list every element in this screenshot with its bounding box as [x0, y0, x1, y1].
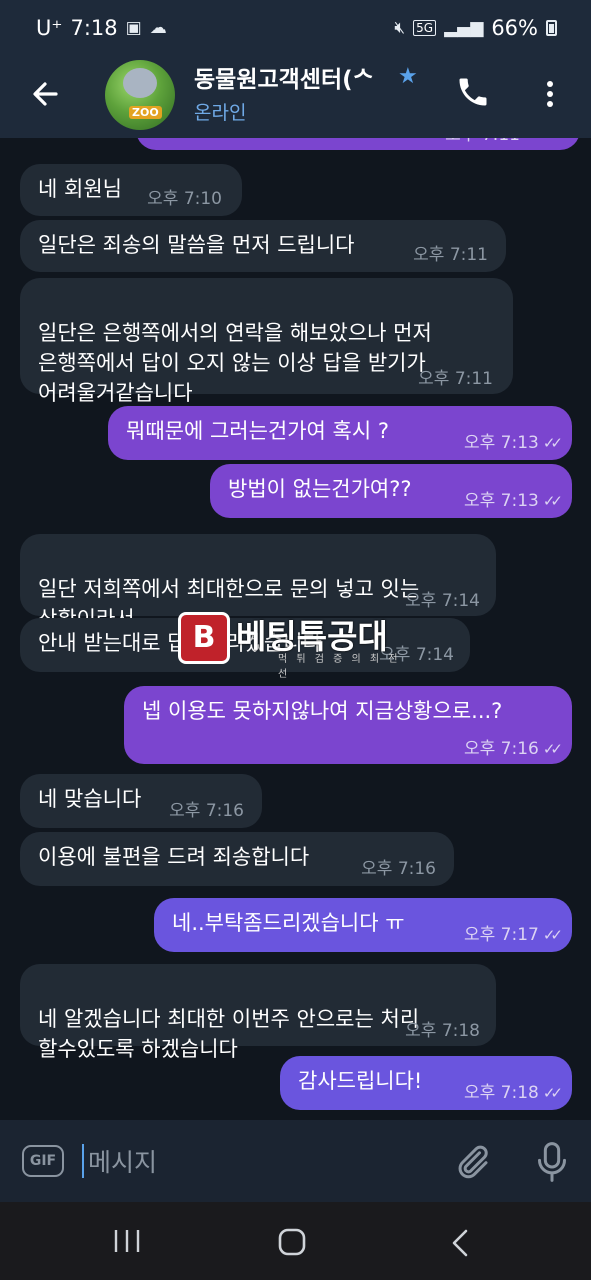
recent-apps-icon[interactable] — [112, 1228, 142, 1254]
message-text: 네 회원님 — [38, 177, 122, 201]
system-nav-bar — [0, 1202, 591, 1280]
message-out[interactable]: 감사드립니다! 오후 7:18 ✓✓ — [280, 1056, 572, 1110]
watermark-logo: B — [178, 612, 230, 664]
status-bar: U⁺ 7:18 ▣ ☁ 🔇︎ 5G ▂▄▆ 66% — [0, 0, 591, 56]
message-time: 오후 7:13 — [464, 433, 539, 453]
message-time: 오후 7:17 — [464, 925, 539, 945]
message-text: 네..부탁좀드리겠습니다 ㅠ — [172, 911, 405, 935]
message-in[interactable]: 이용에 불편을 드려 죄송합니다 오후 7:16 — [20, 832, 454, 886]
message-in[interactable]: 일단은 은행쪽에서의 연락을 해보았으나 먼저 은행쪽에서 답이 오지 않는 이… — [20, 278, 513, 405]
back-chevron-icon[interactable] — [448, 1228, 472, 1258]
gallery-icon: ▣ — [125, 18, 142, 38]
signal-icon: ▂▄▆ — [444, 18, 484, 38]
message-out[interactable]: 오후 7:11 — [136, 138, 580, 150]
message-time: 오후 7:10 — [147, 189, 222, 209]
read-check-icon: ✓✓ — [542, 492, 563, 510]
message-time: 오후 7:16 — [169, 801, 244, 821]
message-text: 이용에 불편을 드려 죄송합니다 — [38, 845, 310, 869]
read-check-icon: ✓✓ — [542, 740, 563, 758]
text-caret — [82, 1144, 84, 1178]
more-options-icon[interactable] — [540, 74, 560, 114]
paperclip-icon[interactable] — [452, 1142, 492, 1182]
back-arrow-icon[interactable] — [26, 74, 66, 114]
message-text: 방법이 없는건가여?? — [228, 477, 412, 501]
message-out[interactable]: 뭐때문에 그러는건가여 혹시 ? 오후 7:13 ✓✓ — [108, 406, 572, 460]
network-badge: 5G — [413, 20, 437, 36]
message-time: 오후 7:16 — [361, 859, 436, 879]
read-check-icon: ✓✓ — [542, 1084, 563, 1102]
message-in[interactable]: 네 맞습니다 오후 7:16 — [20, 774, 262, 828]
message-text: 넵 이용도 못하지않나여 지금상황으로...? — [142, 699, 503, 723]
message-out[interactable]: 넵 이용도 못하지않나여 지금상황으로...? 오후 7:16 ✓✓ — [124, 686, 572, 764]
message-time: 오후 7:11 — [413, 245, 488, 265]
star-icon: ★ — [398, 64, 418, 89]
message-in[interactable]: 네 알겠습니다 최대한 이번주 안으로는 처리 할수있도록 하겠습니다 오후 7… — [20, 964, 496, 1061]
message-text: 일단은 죄송의 말씀을 먼저 드립니다 — [38, 233, 355, 257]
message-time: 오후 7:13 — [464, 491, 539, 511]
mute-icon: 🔇︎ — [394, 18, 406, 38]
message-text: 감사드립니다! — [298, 1069, 423, 1093]
message-time: 오후 7:11 — [445, 138, 520, 150]
battery-icon — [546, 20, 557, 36]
home-icon[interactable] — [278, 1228, 306, 1256]
read-check-icon: ✓✓ — [542, 926, 563, 944]
message-out[interactable]: 네..부탁좀드리겠습니다 ㅠ 오후 7:17 ✓✓ — [154, 898, 572, 952]
carrier-label: U⁺ — [36, 16, 63, 40]
message-in[interactable]: 일단 저희쪽에서 최대한으로 문의 넣고 잇는 상황이라서 오후 7:14 — [20, 534, 496, 631]
message-in[interactable]: 일단은 죄송의 말씀을 먼저 드립니다 오후 7:11 — [20, 220, 506, 272]
microphone-icon[interactable] — [532, 1140, 572, 1184]
weather-icon: ☁ — [149, 18, 167, 38]
online-status: 온라인 — [194, 102, 247, 124]
message-time: 오후 7:18 — [405, 1021, 480, 1041]
message-list[interactable]: 오후 7:11 네 회원님 오후 7:10 일단은 죄송의 말씀을 먼저 드립니… — [0, 138, 591, 1120]
message-time: 오후 7:11 — [418, 369, 493, 389]
message-composer: GIF — [0, 1120, 591, 1202]
message-text: 일단은 은행쪽에서의 연락을 해보았으나 먼저 은행쪽에서 답이 오지 않는 이… — [38, 321, 432, 405]
avatar[interactable]: ZOO — [105, 60, 175, 130]
gif-button[interactable]: GIF — [22, 1145, 64, 1177]
chat-header: ZOO 동물원고객센터(ᄉ 온라인 ★ — [0, 56, 591, 138]
message-text: 네 맞습니다 — [38, 787, 142, 811]
message-time: 오후 7:16 — [464, 739, 539, 759]
elephant-icon — [123, 68, 157, 98]
message-text: 뭐때문에 그러는건가여 혹시 ? — [126, 419, 390, 443]
battery-percent: 66% — [491, 16, 538, 40]
message-out[interactable]: 방법이 없는건가여?? 오후 7:13 ✓✓ — [210, 464, 572, 518]
message-in[interactable]: 네 회원님 오후 7:10 — [20, 164, 242, 216]
clock: 7:18 — [70, 16, 118, 40]
message-input[interactable] — [86, 1140, 430, 1184]
watermark: B 베팅특공대 먹 튀 검 증 의 최 전 선 — [178, 610, 418, 680]
message-text: 네 알겠습니다 최대한 이번주 안으로는 처리 할수있도록 하겠습니다 — [38, 1007, 420, 1061]
read-check-icon: ✓✓ — [542, 434, 563, 452]
watermark-subtext: 먹 튀 검 증 의 최 전 선 — [278, 654, 401, 680]
message-time: 오후 7:18 — [464, 1083, 539, 1103]
phone-icon[interactable] — [455, 74, 491, 110]
zoo-logo: ZOO — [129, 106, 162, 119]
